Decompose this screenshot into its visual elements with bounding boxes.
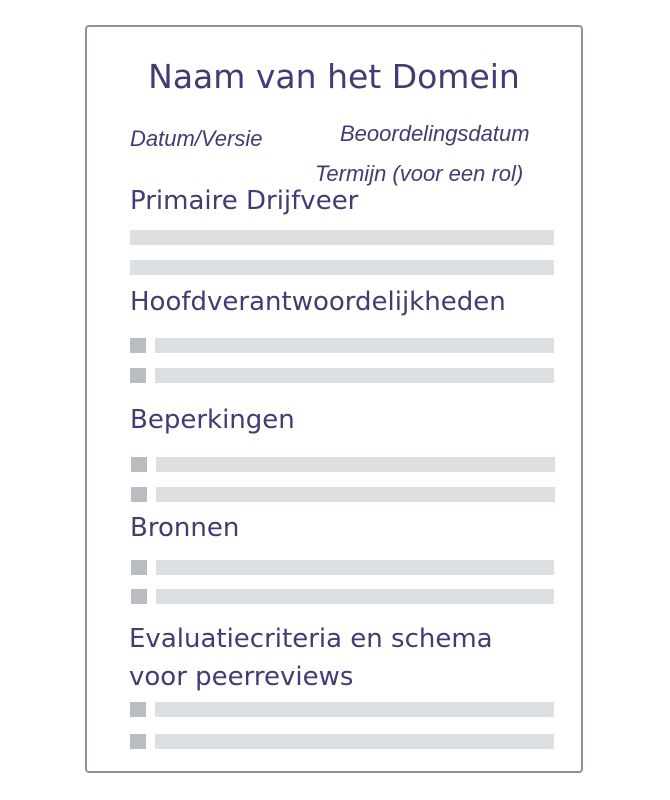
placeholder-line [156, 457, 555, 472]
date-version-label: Datum/Versie [130, 126, 263, 151]
review-date-label: Beoordelingsdatum [340, 121, 530, 146]
domain-title: Naam van het Domein [148, 57, 520, 96]
bullet-marker [131, 487, 147, 502]
placeholder-line [130, 230, 554, 245]
placeholder-line [155, 338, 554, 353]
section-heading-constraints: Beperkingen [130, 405, 295, 435]
bullet-marker [130, 702, 146, 717]
section-heading-evaluation-criteria: Evaluatiecriteria en schema [129, 624, 493, 654]
bullet-marker [130, 368, 146, 383]
section-heading-primary-driver: Primaire Drijfveer [130, 186, 359, 216]
placeholder-line [156, 560, 554, 575]
bullet-marker [130, 338, 146, 353]
placeholder-line [156, 487, 555, 502]
placeholder-line [155, 368, 554, 383]
bullet-marker [131, 560, 147, 575]
section-heading-evaluation-criteria-line2: voor peerreviews [129, 662, 354, 692]
placeholder-line [155, 734, 554, 749]
section-heading-key-responsibilities: Hoofdverantwoordelijkheden [130, 287, 506, 317]
bullet-marker [131, 589, 147, 604]
placeholder-line [156, 589, 554, 604]
placeholder-line [130, 260, 554, 275]
bullet-marker [130, 734, 146, 749]
bullet-marker [131, 457, 147, 472]
section-heading-resources: Bronnen [130, 513, 240, 543]
placeholder-line [155, 702, 554, 717]
domain-card: Naam van het Domein Datum/Versie Beoorde… [85, 25, 583, 773]
